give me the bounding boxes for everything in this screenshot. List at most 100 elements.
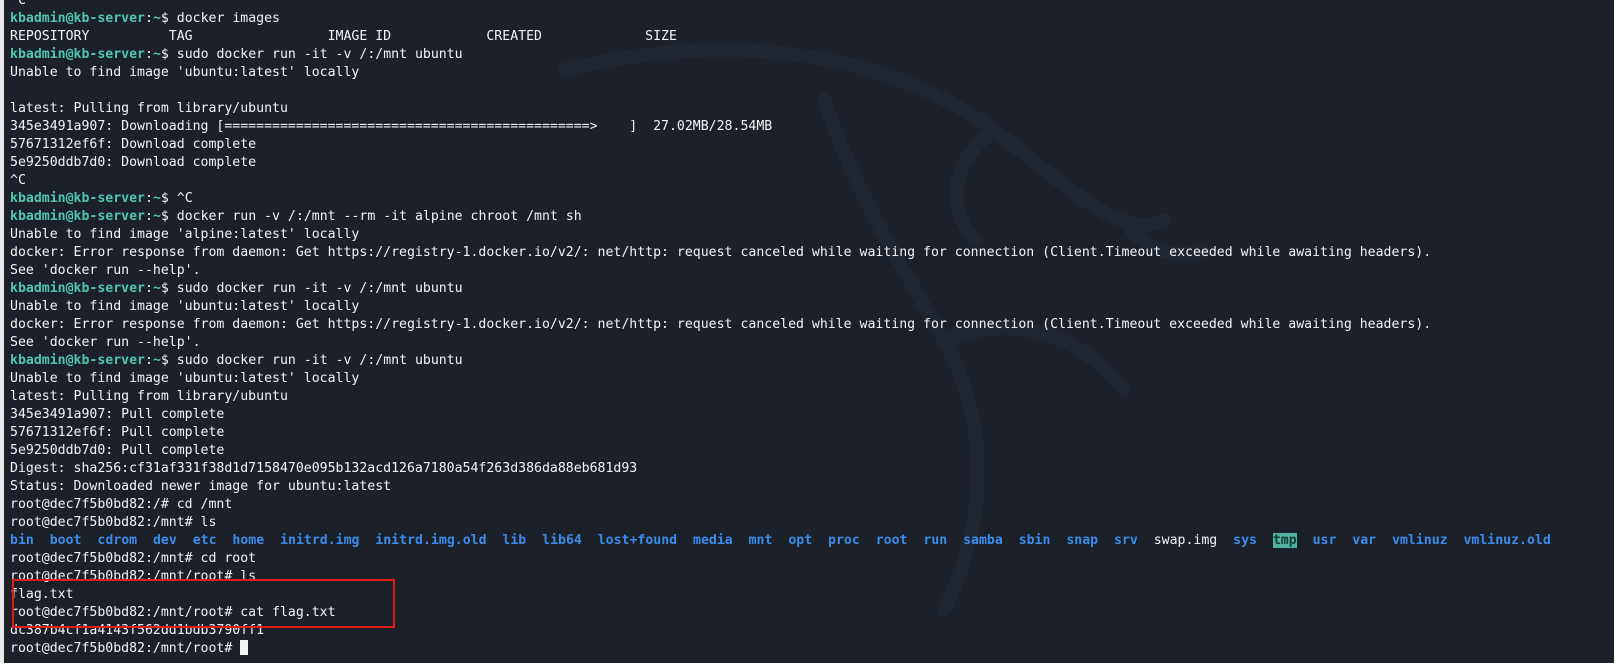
terminal-line: root@dec7f5b0bd82:/mnt/root# [10,640,1551,658]
ls-entry: mnt [748,533,773,548]
prompt-user-host: kbadmin@kb-server [10,209,145,224]
output-text: Unable to find image 'alpine:latest' loc… [10,227,360,242]
terminal-line: ^C [10,172,1551,190]
ls-entry: lib64 [542,533,582,548]
ls-entry: snap [1066,533,1099,548]
output-text: Unable to find image 'ubuntu:latest' loc… [10,65,360,80]
terminal-output[interactable]: ^C kbadmin@kb-server:~$ docker images REPO… [10,0,1551,658]
terminal-line: kbadmin@kb-server:~$ docker images [10,10,1551,28]
prompt-path: ~ [152,191,161,206]
prompt-separator: : [144,191,153,206]
output-text: Status: Downloaded newer image for ubunt… [10,479,392,494]
prompt-path: ~ [152,353,161,368]
output-text: REPOSITORY TAG IMAGE ID CREATED SIZE [10,29,677,44]
command-text: ^C [176,191,193,206]
ls-entry: bin [10,533,34,548]
terminal-line: docker: Error response from daemon: Get … [10,244,1551,262]
ls-entry: samba [963,533,1003,548]
prompt-path: ~ [152,11,161,26]
terminal-line: kbadmin@kb-server:~$ ^C [10,190,1551,208]
terminal-line: Status: Downloaded newer image for ubunt… [10,478,1551,496]
output-text: root@dec7f5b0bd82:/# cd /mnt [10,497,233,512]
prompt-separator: : [144,353,153,368]
output-text: 345e3491a907: Pull complete [10,407,225,422]
prompt-symbol: $ [160,209,177,224]
terminal-line: See 'docker run --help'. [10,334,1551,352]
output-text: 57671312ef6f: Download complete [10,137,257,152]
prompt-symbol: $ [160,47,177,62]
output-text: See 'docker run --help'. [10,335,201,350]
terminal-line: root@dec7f5b0bd82:/# cd /mnt [10,496,1551,514]
terminal-line: 345e3491a907: Pull complete [10,406,1551,424]
terminal-line: ^C [10,0,1551,10]
output-text: latest: Pulling from library/ubuntu [10,101,288,116]
output-text: root@dec7f5b0bd82:/mnt/root# [10,641,241,656]
prompt-symbol: $ [160,281,177,296]
prompt-symbol: $ [160,191,177,206]
terminal-line: latest: Pulling from library/ubuntu [10,388,1551,406]
ls-entry: tmp [1272,533,1297,548]
output-text: latest: Pulling from library/ubuntu [10,389,288,404]
terminal-line: 57671312ef6f: Download complete [10,136,1551,154]
terminal-line: kbadmin@kb-server:~$ sudo docker run -it… [10,352,1551,370]
terminal-line: 5e9250ddb7d0: Pull complete [10,442,1551,460]
ls-entry: dev [152,533,177,548]
prompt-path: ~ [152,47,161,62]
prompt-user-host: kbadmin@kb-server [10,47,145,62]
output-text: 345e3491a907: Downloading [=============… [10,119,773,134]
prompt-user-host: kbadmin@kb-server [10,191,145,206]
ls-entry: vmlinuz.old [1463,533,1551,548]
command-text: sudo docker run -it -v /:/mnt ubuntu [176,47,463,62]
output-text: 5e9250ddb7d0: Pull complete [10,443,225,458]
terminal-line: Unable to find image 'ubuntu:latest' loc… [10,298,1551,316]
ls-entry: lost+found [597,533,678,548]
ls-entry: cdrom [97,533,138,548]
terminal-line: Unable to find image 'ubuntu:latest' loc… [10,370,1551,388]
command-text: docker images [176,11,280,26]
ls-entry: opt [788,533,813,548]
output-text: Unable to find image 'ubuntu:latest' loc… [10,299,360,314]
ls-entry: sys [1233,533,1257,548]
terminal-line: kbadmin@kb-server:~$ sudo docker run -it… [10,280,1551,298]
terminal-window[interactable]: ^C kbadmin@kb-server:~$ docker images REPO… [0,0,1614,663]
output-text: See 'docker run --help'. [10,263,201,278]
output-text: Unable to find image 'ubuntu:latest' loc… [10,371,360,386]
ls-entry: swap.img [1153,533,1218,548]
prompt-user-host: kbadmin@kb-server [10,11,145,26]
terminal-line: 5e9250ddb7d0: Download complete [10,154,1551,172]
output-text: docker: Error response from daemon: Get … [10,245,1432,260]
terminal-line: latest: Pulling from library/ubuntu [10,100,1551,118]
ls-entry: boot [49,533,82,548]
terminal-line: root@dec7f5b0bd82:/mnt# ls [10,514,1551,532]
ls-entry: initrd.img [280,533,360,548]
ls-entry: run [923,533,948,548]
terminal-line: docker: Error response from daemon: Get … [10,316,1551,334]
terminal-line: See 'docker run --help'. [10,262,1551,280]
ls-entry: root [875,533,908,548]
output-text: ^C [10,173,26,188]
terminal-line: REPOSITORY TAG IMAGE ID CREATED SIZE [10,28,1551,46]
command-text: docker run -v /:/mnt --rm -it alpine chr… [176,209,582,224]
terminal-line: kbadmin@kb-server:~$ sudo docker run -it… [10,46,1551,64]
ls-entry: usr [1312,533,1337,548]
output-text: 5e9250ddb7d0: Download complete [10,155,257,170]
terminal-line: Digest: sha256:cf31af331f38d1d7158470e09… [10,460,1551,478]
prompt-symbol: $ [160,11,177,26]
ls-entry: lib [502,533,527,548]
ls-entry: vmlinuz [1392,533,1448,548]
prompt-path: ~ [152,209,161,224]
terminal-line: 57671312ef6f: Pull complete [10,424,1551,442]
text-cursor [240,640,249,655]
output-text: ^C [10,0,26,8]
ls-entry: proc [828,533,860,548]
prompt-separator: : [144,281,153,296]
prompt-separator: : [144,11,153,26]
terminal-line: kbadmin@kb-server:~$ docker run -v /:/mn… [10,208,1551,226]
ls-entry: etc [192,533,217,548]
ls-entry: sbin [1018,533,1051,548]
prompt-path: ~ [152,281,161,296]
output-text: root@dec7f5b0bd82:/mnt# ls [10,515,217,530]
prompt-symbol: $ [160,353,177,368]
prompt-separator: : [144,47,153,62]
